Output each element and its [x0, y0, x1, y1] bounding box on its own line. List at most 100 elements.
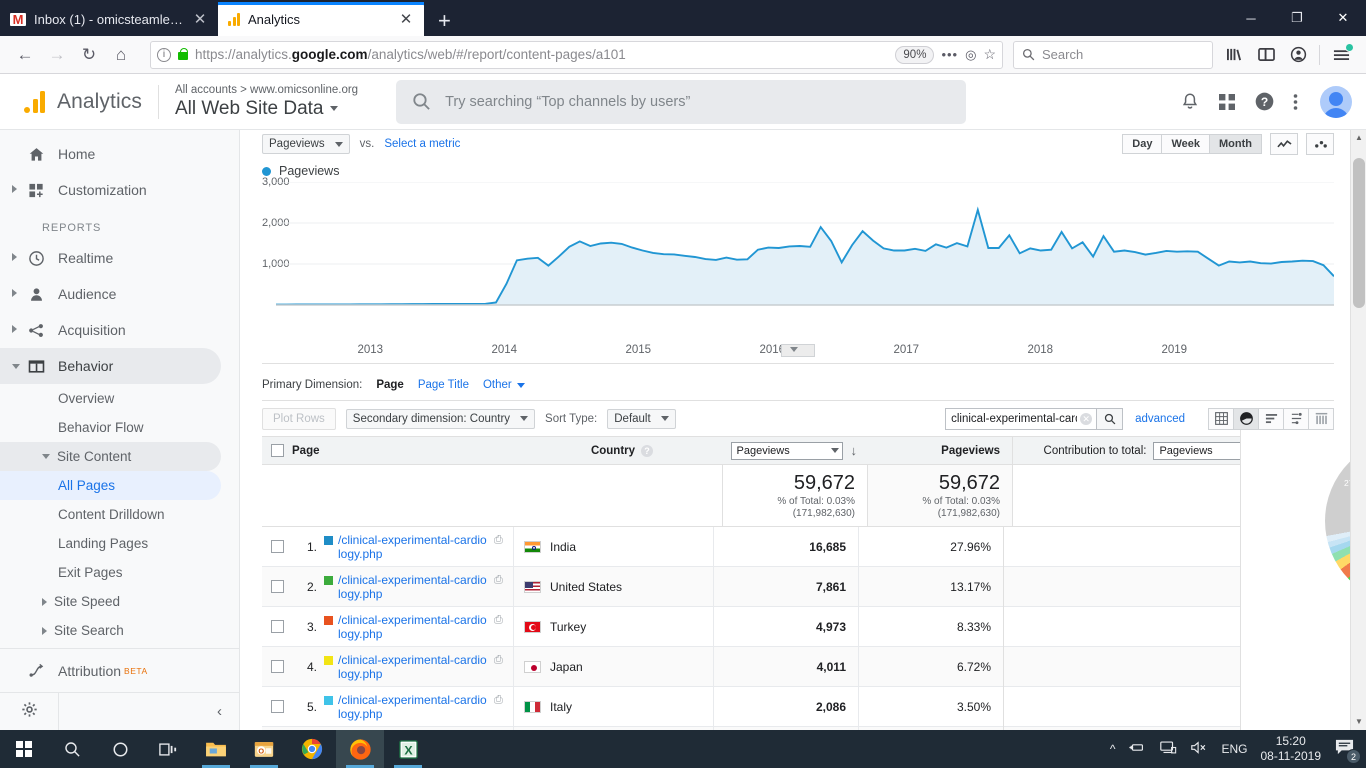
chart-range-slider[interactable] — [781, 344, 815, 357]
primary-dimension-page[interactable]: Page — [376, 379, 404, 391]
expand-arrow-icon[interactable] — [12, 289, 28, 299]
column-header-page[interactable]: Page — [292, 445, 522, 457]
analytics-search-input[interactable]: Try searching “Top channels by users” — [396, 79, 967, 124]
forward-button[interactable]: → — [42, 41, 72, 69]
zoom-level-badge[interactable]: 90% — [895, 45, 935, 64]
row-checkbox[interactable] — [262, 660, 292, 673]
open-page-icon[interactable]: ⎙ — [494, 614, 503, 627]
scrollbar-thumb[interactable] — [1353, 158, 1365, 308]
outlook-icon[interactable]: O — [240, 730, 288, 768]
row-checkbox[interactable] — [262, 580, 292, 593]
sidebar-item-exit-pages[interactable]: Exit Pages — [0, 558, 239, 587]
primary-dimension-other[interactable]: Other — [483, 379, 525, 391]
bar-view-icon[interactable] — [1258, 407, 1284, 430]
primary-dimension-page-title[interactable]: Page Title — [418, 379, 469, 391]
plot-rows-button[interactable]: Plot Rows — [262, 407, 336, 430]
close-icon[interactable]: ✕ — [192, 10, 208, 28]
table-search-input[interactable]: clinical-experimental-cardio ✕ — [945, 407, 1098, 430]
clear-icon[interactable]: ✕ — [1080, 412, 1093, 425]
pocket-icon[interactable]: ◎ — [965, 47, 976, 63]
column-header-country[interactable]: Country ? — [522, 444, 722, 457]
table-row[interactable]: 3. /clinical-experimental-cardiology.php ⎙… — [262, 606, 1334, 647]
scatter-chart-icon[interactable] — [1306, 133, 1334, 155]
overflow-menu-icon[interactable] — [1293, 93, 1298, 111]
open-page-icon[interactable]: ⎙ — [494, 694, 503, 707]
row-page-link[interactable]: /clinical-experimental-cardiology.php — [338, 693, 488, 721]
sidebar-icon[interactable] — [1251, 41, 1281, 69]
sidebar-item-attribution[interactable]: Attribution BETA — [0, 648, 239, 692]
metric-column-select[interactable]: Pageviews — [730, 441, 843, 460]
cortana-icon[interactable] — [96, 730, 144, 768]
metric-selector[interactable]: Pageviews — [262, 134, 350, 154]
expand-arrow-icon[interactable] — [12, 185, 28, 195]
line-chart-icon[interactable] — [1270, 133, 1298, 155]
help-icon[interactable]: ? — [641, 444, 654, 457]
page-info-icon[interactable]: i — [157, 47, 171, 62]
sidebar-item-behavior-flow[interactable]: Behavior Flow — [0, 413, 239, 442]
table-view-icon[interactable] — [1208, 407, 1234, 430]
pivot-view-icon[interactable] — [1308, 407, 1334, 430]
reload-button[interactable]: ↻ — [74, 41, 104, 69]
open-page-icon[interactable]: ⎙ — [494, 574, 503, 587]
apps-grid-icon[interactable] — [1218, 93, 1236, 111]
column-header-metric2[interactable]: Pageviews — [867, 445, 1012, 457]
sidebar-item-site-search[interactable]: Site Search — [0, 616, 239, 645]
search-icon[interactable] — [48, 730, 96, 768]
row-checkbox[interactable] — [262, 620, 292, 633]
scroll-up-icon[interactable]: ▲ — [1351, 130, 1366, 146]
pageviews-chart[interactable]: 3,000 2,000 1,000 — [262, 176, 1334, 342]
excel-icon[interactable]: X — [384, 730, 432, 768]
back-button[interactable]: ← — [10, 41, 40, 69]
usb-icon[interactable] — [1128, 740, 1146, 758]
volume-muted-icon[interactable] — [1190, 740, 1208, 758]
advanced-link[interactable]: advanced — [1135, 413, 1185, 425]
vertical-scrollbar[interactable]: ▲ ▼ — [1350, 130, 1366, 730]
table-row[interactable]: 4. /clinical-experimental-cardiology.php ⎙… — [262, 646, 1334, 687]
table-row[interactable]: 1. /clinical-experimental-cardiology.php ⎙… — [262, 526, 1334, 567]
sidebar-item-acquisition[interactable]: Acquisition — [0, 312, 239, 348]
open-page-icon[interactable]: ⎙ — [494, 654, 503, 667]
browser-search-bar[interactable]: Search — [1013, 40, 1213, 69]
secondary-dimension-select[interactable]: Secondary dimension: Country — [345, 408, 536, 429]
table-search-button[interactable] — [1097, 407, 1124, 430]
sidebar-item-all-pages[interactable]: All Pages — [0, 471, 221, 500]
row-page-link[interactable]: /clinical-experimental-cardiology.php — [338, 533, 488, 561]
sidebar-item-landing-pages[interactable]: Landing Pages — [0, 529, 239, 558]
page-actions-icon[interactable]: ••• — [941, 47, 958, 62]
windows-start-icon[interactable] — [0, 730, 48, 768]
sidebar-item-behavior[interactable]: Behavior — [0, 348, 221, 384]
sidebar-item-home[interactable]: Home — [0, 136, 239, 172]
sidebar-item-audience[interactable]: Audience — [0, 276, 239, 312]
bookmark-star-icon[interactable]: ☆ — [983, 46, 996, 63]
granularity-day[interactable]: Day — [1122, 134, 1163, 154]
browser-tab-inbox[interactable]: Inbox (1) - omicsteamleads2@ ✕ — [0, 2, 218, 36]
open-page-icon[interactable]: ⎙ — [494, 534, 503, 547]
menu-icon[interactable] — [1326, 41, 1356, 69]
avatar[interactable] — [1320, 85, 1352, 118]
row-checkbox[interactable] — [262, 540, 292, 553]
firefox-icon[interactable] — [336, 730, 384, 768]
browser-tab-analytics[interactable]: Analytics ✕ — [218, 2, 424, 36]
expand-arrow-icon[interactable] — [12, 253, 28, 263]
select-all-checkbox[interactable] — [262, 444, 292, 457]
file-explorer-icon[interactable] — [192, 730, 240, 768]
sort-descending-icon[interactable]: ↓ — [851, 443, 858, 458]
notification-center-icon[interactable]: 2 — [1334, 738, 1361, 764]
gear-icon[interactable] — [0, 701, 58, 723]
property-selector[interactable]: All accounts > www.omicsonline.org All W… — [175, 83, 358, 121]
window-close-button[interactable]: ✕ — [1320, 10, 1366, 26]
select-metric-link[interactable]: Select a metric — [384, 138, 460, 150]
row-checkbox[interactable] — [262, 700, 292, 713]
language-indicator[interactable]: ENG — [1221, 742, 1247, 756]
sidebar-item-site-speed[interactable]: Site Speed — [0, 587, 239, 616]
table-row[interactable]: 5. /clinical-experimental-cardiology.php ⎙… — [262, 686, 1334, 727]
comparison-view-icon[interactable] — [1283, 407, 1309, 430]
sidebar-item-site-content[interactable]: Site Content — [0, 442, 221, 471]
table-row[interactable]: 2. /clinical-experimental-cardiology.php ⎙… — [262, 566, 1334, 607]
maximize-button[interactable]: ❐ — [1274, 10, 1320, 26]
home-button[interactable]: ⌂ — [106, 41, 136, 69]
sidebar-item-realtime[interactable]: Realtime — [0, 240, 239, 276]
row-page-link[interactable]: /clinical-experimental-cardiology.php — [338, 573, 488, 601]
chrome-icon[interactable] — [288, 730, 336, 768]
bell-icon[interactable] — [1180, 92, 1200, 112]
